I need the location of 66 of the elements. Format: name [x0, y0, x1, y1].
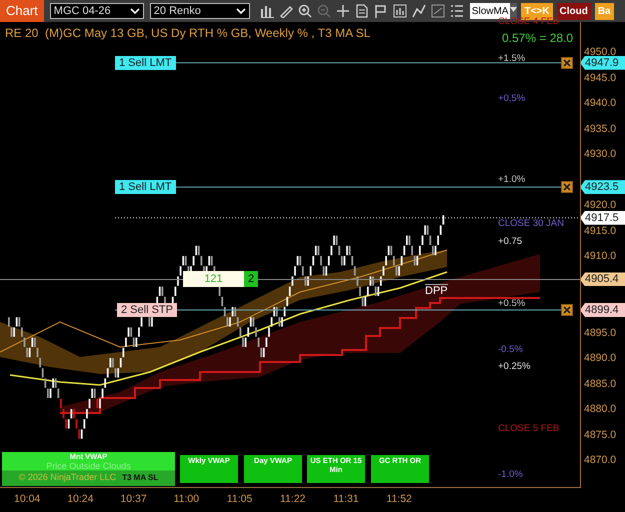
price-axis-label: 4945.0 — [584, 72, 616, 84]
bar-chart-icon[interactable] — [260, 4, 274, 18]
chevron-down-icon — [236, 7, 246, 15]
price-axis-label: 4935.0 — [584, 122, 616, 134]
price-axis-label: 4890.0 — [584, 352, 616, 364]
price-axis-label: 4915.0 — [584, 224, 616, 236]
position-quantity: 121 — [183, 271, 244, 287]
list-icon[interactable] — [450, 4, 464, 18]
price-marker: 4905.4 — [580, 272, 625, 286]
time-axis-label: 11:22 — [280, 493, 306, 505]
bar-type-select[interactable]: 20 Renko — [150, 3, 250, 19]
level-label: -1.0% — [498, 469, 523, 481]
line-tool-icon[interactable] — [412, 4, 426, 18]
level-label: -0.5% — [498, 344, 523, 356]
price-axis-label: 4885.0 — [584, 378, 616, 390]
position-count: 2 — [244, 271, 258, 287]
time-axis-label: 10:37 — [120, 493, 147, 505]
crosshair-icon[interactable] — [336, 4, 350, 18]
toolbar-button[interactable]: Cloud — [556, 2, 591, 20]
zoom-in-icon[interactable] — [298, 4, 312, 18]
level-label: +1.0% — [498, 174, 526, 186]
order-label[interactable]: 2 Sell STP — [117, 303, 177, 318]
panel-note: Price Outside Clouds — [46, 461, 131, 471]
strategy-label: T3 MA SL — [122, 472, 158, 484]
price-axis-label: 4895.0 — [584, 326, 616, 338]
price-axis-label: 4920.0 — [584, 199, 616, 211]
pencil-icon[interactable] — [278, 4, 293, 18]
level-label: +0.25% — [498, 361, 530, 373]
price-axis-label: 4875.0 — [584, 428, 616, 440]
price-axis-label: 4930.0 — [584, 148, 616, 160]
pivot-label: DPP — [425, 284, 448, 297]
order-label[interactable]: 1 Sell LMT — [115, 56, 176, 70]
chart-tab[interactable]: Chart — [0, 0, 44, 22]
price-axis-label: 4940.0 — [584, 97, 616, 109]
price-marker: 4947.9 — [580, 56, 625, 70]
flag-icon[interactable] — [374, 4, 388, 18]
level-label: +1.5% — [498, 53, 526, 65]
price-marker: 4899.4 — [580, 303, 625, 318]
price-marker: 4923.5 — [580, 180, 625, 194]
chart-data-icon[interactable] — [392, 4, 407, 18]
document-icon[interactable] — [354, 4, 369, 18]
price-axis-label: 4950.0 — [584, 46, 616, 58]
close-order-icon[interactable] — [561, 304, 573, 316]
close-order-icon[interactable] — [561, 181, 573, 194]
time-axis-label: 11:31 — [333, 493, 359, 505]
chevron-down-icon — [130, 7, 140, 15]
time-axis-label: 11:52 — [386, 493, 412, 505]
copyright-text: © 2026 NinjaTrader LLC — [18, 471, 116, 484]
price-axis-label: 4870.0 — [584, 454, 616, 466]
price-axis-label: 4880.0 — [584, 403, 616, 415]
level-label: +0,5% — [498, 93, 526, 105]
time-axis-label: 10:04 — [14, 493, 40, 505]
close-order-icon[interactable] — [561, 56, 573, 69]
price-axis-label: 4910.0 — [584, 250, 616, 262]
price-marker: 4917.5 — [580, 210, 625, 225]
level-label: CLOSE 5 FEB — [498, 423, 560, 435]
chart-title: RE 20 (M)GC May 13 GB, US Dy RTH % GB, Weekly % , T3 MA SL — [5, 26, 370, 40]
order-label[interactable]: 1 Sell LMT — [115, 180, 176, 194]
change-readout: 0.57% = 28.0 — [502, 31, 574, 45]
instrument-select[interactable]: MGC 04-26 — [50, 3, 144, 19]
level-label: +0.5% — [498, 298, 526, 310]
level-label: CLOSE 30 JAN — [498, 218, 564, 230]
time-axis-label: 11:00 — [174, 493, 200, 505]
time-axis-label: 10:24 — [67, 493, 94, 505]
time-axis-label: 11:05 — [226, 493, 252, 505]
level-label: +0.75 — [498, 236, 522, 248]
